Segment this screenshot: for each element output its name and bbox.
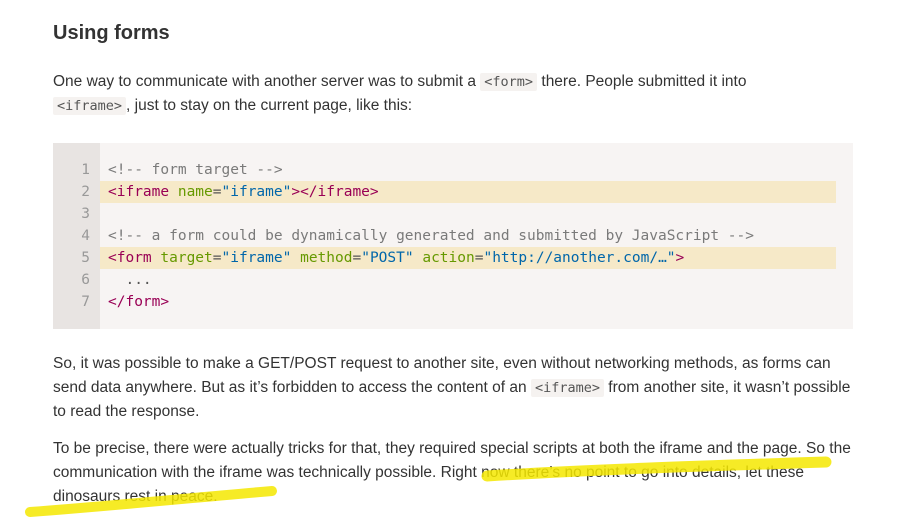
code-line-7: 7 </form> (53, 291, 853, 313)
code-token-tag: </form> (108, 294, 170, 310)
code-line-content: <!-- form target --> (100, 159, 836, 181)
code-line-content: <form target="iframe" method="POST" acti… (100, 247, 836, 269)
intro-text-2: there. People submitted it into (537, 73, 747, 90)
code-token-str: "http://another.com/…" (483, 250, 676, 266)
code-token-tag: ></iframe> (291, 184, 379, 200)
code-token-tag: > (675, 250, 685, 266)
code-block: 1 <!-- form target --> 2 <iframe name="ifra… (53, 143, 853, 329)
code-line-content: <iframe name="iframe"></iframe> (100, 181, 836, 203)
line-number: 4 (81, 228, 90, 244)
code-line-content: ... (100, 269, 836, 291)
intro-text-3: , just to stay on the current page, like… (126, 97, 413, 114)
code-token-attr: method (300, 250, 353, 266)
code-token-attr: name (177, 184, 213, 200)
line-number: 6 (81, 272, 90, 288)
paragraph-tricks: To be precise, there were actually trick… (53, 440, 851, 505)
intro-text-1: One way to communicate with another serv… (53, 73, 481, 90)
code-token-str: "iframe" (221, 250, 292, 266)
code-line-2: 2 <iframe name="iframe"></iframe> (53, 181, 853, 203)
line-number: 2 (81, 184, 90, 200)
code-token-comment: <!-- a form could be dynamically generat… (108, 228, 755, 244)
code-token-tag: <form (108, 250, 161, 266)
code-line-5: 5 <form target="iframe" method="POST" act… (53, 247, 853, 269)
code-line-content: </form> (100, 291, 836, 313)
code-token-attr: target (160, 250, 213, 266)
code-token-comment: <!-- form target --> (108, 162, 283, 178)
code-token-str: "POST" (361, 250, 414, 266)
line-number: 3 (81, 206, 90, 222)
inline-code-iframe-2: <iframe> (530, 379, 604, 397)
code-token-str: "iframe" (221, 184, 292, 200)
code-token-attr: action (422, 250, 475, 266)
code-token-tag: <iframe (108, 184, 178, 200)
code-token-plain: = (212, 184, 222, 200)
code-token-plain: ... (108, 272, 152, 288)
inline-code-form: <form> (480, 73, 538, 91)
code-line-6: 6 ... (53, 269, 853, 291)
code-token-plain: = (352, 250, 362, 266)
code-line-4: 4 <!-- a form could be dynamically genera… (53, 225, 853, 247)
paragraph-request: So, it was possible to make a GET/POST r… (53, 352, 853, 424)
code-line-content: <!-- a form could be dynamically generat… (100, 225, 836, 247)
line-number: 7 (81, 294, 90, 310)
code-line-1: 1 <!-- form target --> (53, 159, 853, 181)
line-number: 5 (81, 250, 90, 266)
section-heading: Using forms (53, 22, 170, 44)
code-token-plain: = (212, 250, 222, 266)
code-line-3: 3 (53, 203, 853, 225)
paragraph-intro: One way to communicate with another serv… (53, 70, 843, 118)
code-line-content (100, 203, 836, 225)
inline-code-iframe: <iframe> (53, 97, 127, 115)
line-number: 1 (81, 162, 90, 178)
